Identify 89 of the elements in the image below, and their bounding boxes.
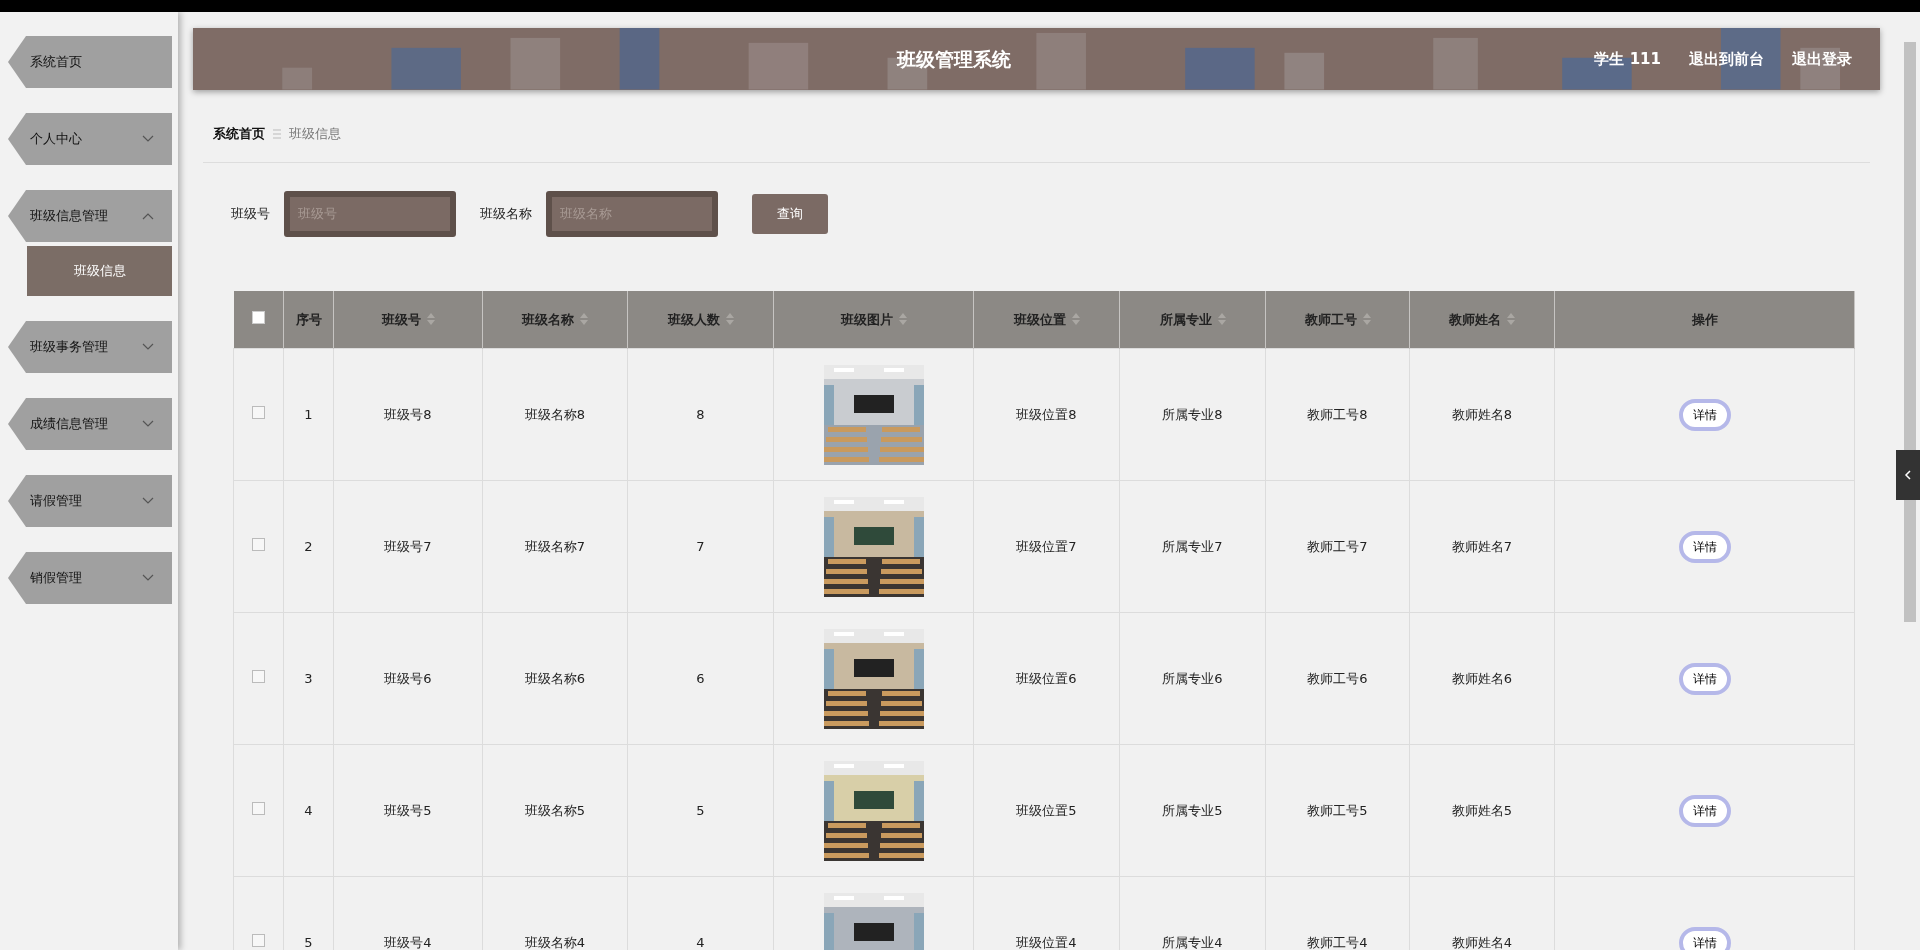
table-cell: 班级名称6 [524,670,586,686]
details-button[interactable]: 详情 [1678,398,1731,431]
table-cell: 教师工号5 [1307,802,1368,818]
chevron-left-icon [1904,470,1912,480]
sort-icon[interactable] [1507,312,1515,325]
sort-icon[interactable] [1362,312,1371,325]
sort-icon[interactable] [580,312,588,325]
checkbox[interactable] [251,310,265,324]
table-cell: 班级名称7 [524,538,586,554]
table-cell: 5 [696,802,705,818]
column-header[interactable]: 班级号 [381,311,421,327]
table-cell: 教师工号7 [1307,538,1368,554]
table-cell: 7 [696,538,705,554]
breadcrumb-current: 班级信息 [289,125,341,143]
table-cell: 班级位置7 [1016,538,1077,554]
table-cell: 所属专业8 [1162,406,1223,422]
table-cell: 班级号4 [384,934,432,950]
column-header[interactable]: 班级名称 [522,311,574,327]
table-cell: 班级名称5 [524,802,586,818]
table-cell: 4 [696,934,705,950]
details-button[interactable]: 详情 [1678,926,1731,950]
sort-icon[interactable] [898,312,907,325]
table-cell: 教师姓名6 [1451,670,1513,686]
menu-item[interactable]: 班级信息管理 [8,190,172,242]
checkbox[interactable] [252,933,265,947]
table-cell: 班级位置8 [1016,406,1077,422]
table-cell: 班级位置6 [1016,670,1077,686]
checkbox[interactable] [252,801,265,815]
table-cell: 所属专业7 [1162,538,1223,554]
column-header[interactable]: 序号 [295,311,322,327]
table-cell: 教师工号8 [1307,406,1368,422]
column-header[interactable]: 班级图片 [840,311,893,327]
sort-icon[interactable] [1217,312,1226,325]
column-header[interactable]: 班级位置 [1013,311,1066,327]
field-label: 班级名称 [480,204,532,223]
table-cell: 班级号5 [384,802,432,818]
menu-item[interactable]: 销假管理 [8,552,172,604]
sort-icon[interactable] [426,312,435,325]
details-button[interactable]: 详情 [1678,530,1731,563]
table-cell: 班级名称4 [524,934,586,950]
column-header[interactable]: 所属专业 [1159,311,1212,327]
header-link[interactable]: 退出登录 [1792,47,1852,71]
column-header[interactable]: 教师工号 [1304,311,1357,327]
field-label: 班级号 [231,204,270,223]
column-header[interactable]: 班级人数 [667,311,720,327]
table-cell: 教师工号4 [1307,934,1368,950]
table-cell: 班级位置5 [1016,802,1077,818]
user-name: 学生 111 [1594,48,1661,70]
collapse-button[interactable] [1896,450,1920,500]
table-cell: 5 [304,934,313,950]
table-cell: 班级名称8 [524,406,586,422]
table-cell: 班级号6 [384,670,432,686]
sort-icon[interactable] [725,312,734,325]
menu-item[interactable]: 个人中心 [8,113,172,165]
table-cell: 教师姓名5 [1451,802,1513,818]
details-button[interactable]: 详情 [1678,662,1731,695]
breadcrumb-link[interactable]: 系统首页 [213,124,265,144]
column-header[interactable]: 操作 [1691,311,1718,327]
table-cell: 教师姓名7 [1451,538,1513,554]
details-button[interactable]: 详情 [1678,794,1731,827]
header-link[interactable]: 退出到前台 [1689,47,1764,71]
menu-item[interactable]: 系统首页 [8,36,172,88]
checkbox[interactable] [252,669,265,683]
table-cell: 所属专业6 [1162,670,1223,686]
table-cell: 教师姓名8 [1451,406,1513,422]
app-title: 班级管理系统 [895,46,1012,72]
sort-icon[interactable] [1071,312,1080,325]
table-cell: 3 [304,670,313,686]
checkbox[interactable] [252,405,265,419]
table-cell: 教师姓名4 [1451,934,1513,950]
table-cell: 所属专业5 [1162,802,1223,818]
table-cell: 班级位置4 [1016,934,1077,950]
table-cell: 所属专业4 [1162,934,1223,950]
table-cell: 8 [696,406,705,422]
checkbox[interactable] [252,537,265,551]
submenu-item[interactable]: 班级信息 [27,246,172,296]
search-button[interactable]: 查询 [752,193,828,234]
column-header[interactable]: 教师姓名 [1449,311,1501,327]
separator-icon [273,128,281,139]
table-cell: 班级号7 [384,538,432,554]
menu-item[interactable]: 班级事务管理 [8,321,172,373]
table-cell: 教师工号6 [1307,670,1368,686]
table-cell: 班级号8 [384,406,432,422]
table-cell: 1 [304,406,313,422]
table-cell: 4 [304,802,313,818]
table-cell: 6 [696,670,705,686]
menu-item[interactable]: 请假管理 [8,475,172,527]
menu-item[interactable]: 成绩信息管理 [8,398,172,450]
table-cell: 2 [304,538,313,554]
